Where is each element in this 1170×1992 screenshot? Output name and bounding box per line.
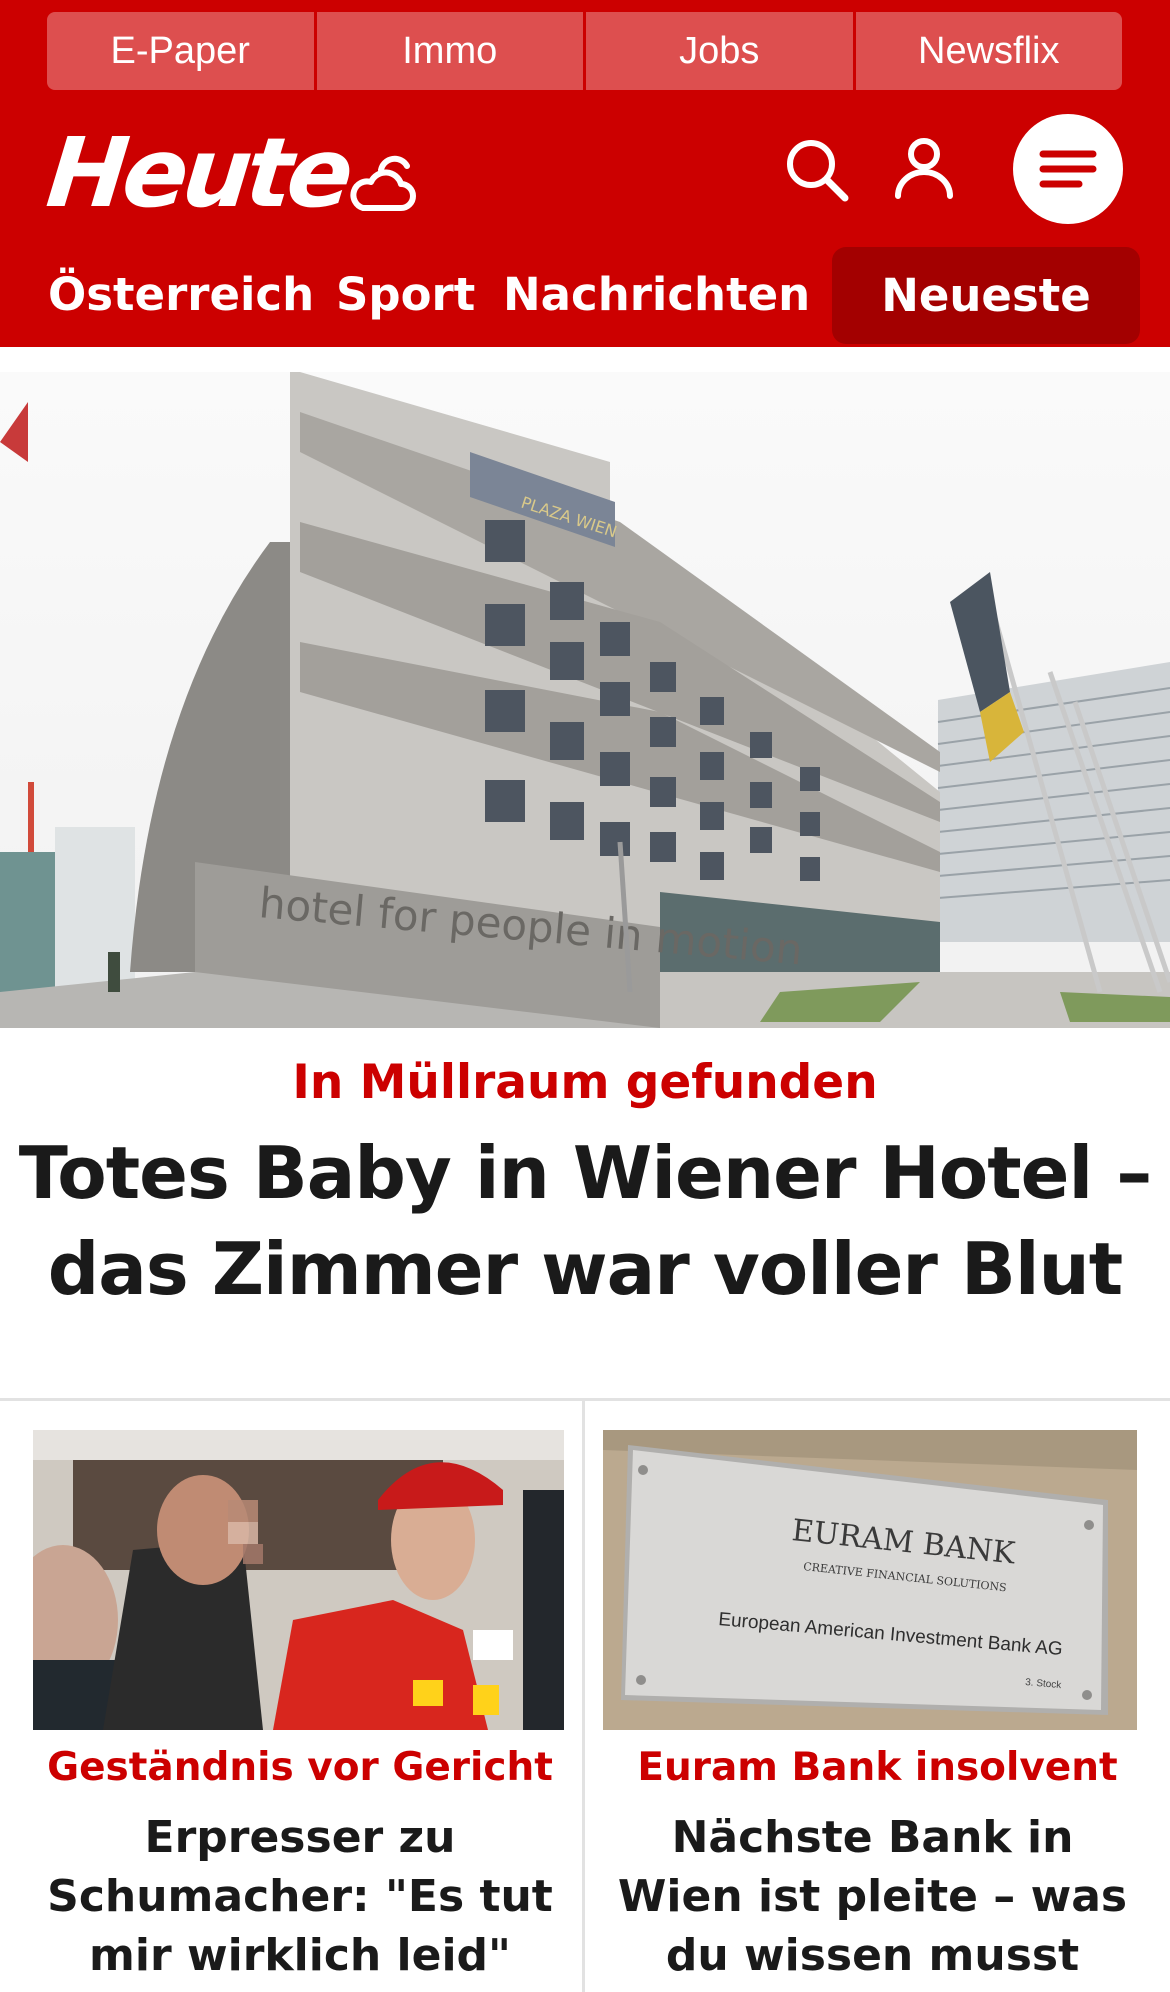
service-jobs[interactable]: Jobs	[586, 12, 856, 90]
nav-item-nachrichten[interactable]: Nachrichten	[503, 268, 810, 321]
service-e-paper[interactable]: E-Paper	[47, 12, 317, 90]
nav-item-osterreich[interactable]: Österreich	[48, 268, 314, 321]
article-headline[interactable]: Nächste Bank in Wien ist pleite – was du…	[610, 1808, 1135, 1985]
nav-item-neueste[interactable]: Neueste	[832, 247, 1140, 344]
column-divider	[582, 1401, 585, 1992]
section-nav: Österreich Sport Nachrichten Neueste	[0, 244, 1170, 347]
article-image-schumacher[interactable]	[33, 1430, 564, 1730]
hero-kicker: In Müllraum gefunden	[292, 1055, 878, 1110]
bank-plaque-photo: EURAM BANK CREATIVE FINANCIAL SOLUTIONS …	[603, 1430, 1137, 1730]
hotel-photo: PLAZA WIEN hotel for people in motion	[0, 372, 1170, 1028]
user-icon[interactable]	[890, 134, 958, 202]
article-kicker: Euram Bank insolvent	[637, 1745, 1118, 1790]
service-immo[interactable]: Immo	[316, 12, 586, 90]
menu-button[interactable]	[1013, 114, 1123, 224]
article-image-euram-bank[interactable]: EURAM BANK CREATIVE FINANCIAL SOLUTIONS …	[603, 1430, 1137, 1730]
hero-image[interactable]: PLAZA WIEN hotel for people in motion	[0, 372, 1170, 1028]
service-bar: E-Paper Immo Jobs Newsflix	[47, 12, 1122, 90]
cloud-sun-icon[interactable]	[345, 146, 421, 216]
article-headline[interactable]: Erpresser zu Schumacher: "Es tut mir wir…	[40, 1808, 560, 1985]
site-header: E-Paper Immo Jobs Newsflix Heute Österre…	[0, 0, 1170, 347]
site-logo[interactable]: Heute	[42, 117, 354, 229]
hero-headline[interactable]: Totes Baby in Wiener Hotel – das Zimmer …	[15, 1125, 1155, 1317]
article-kicker: Geständnis vor Gericht	[47, 1745, 553, 1790]
service-newsflix[interactable]: Newsflix	[855, 12, 1122, 90]
search-icon[interactable]	[783, 136, 851, 204]
courtroom-photo	[33, 1430, 564, 1730]
hamburger-menu-icon	[1039, 150, 1097, 188]
nav-item-sport[interactable]: Sport	[336, 268, 475, 321]
section-divider	[0, 1398, 1170, 1401]
